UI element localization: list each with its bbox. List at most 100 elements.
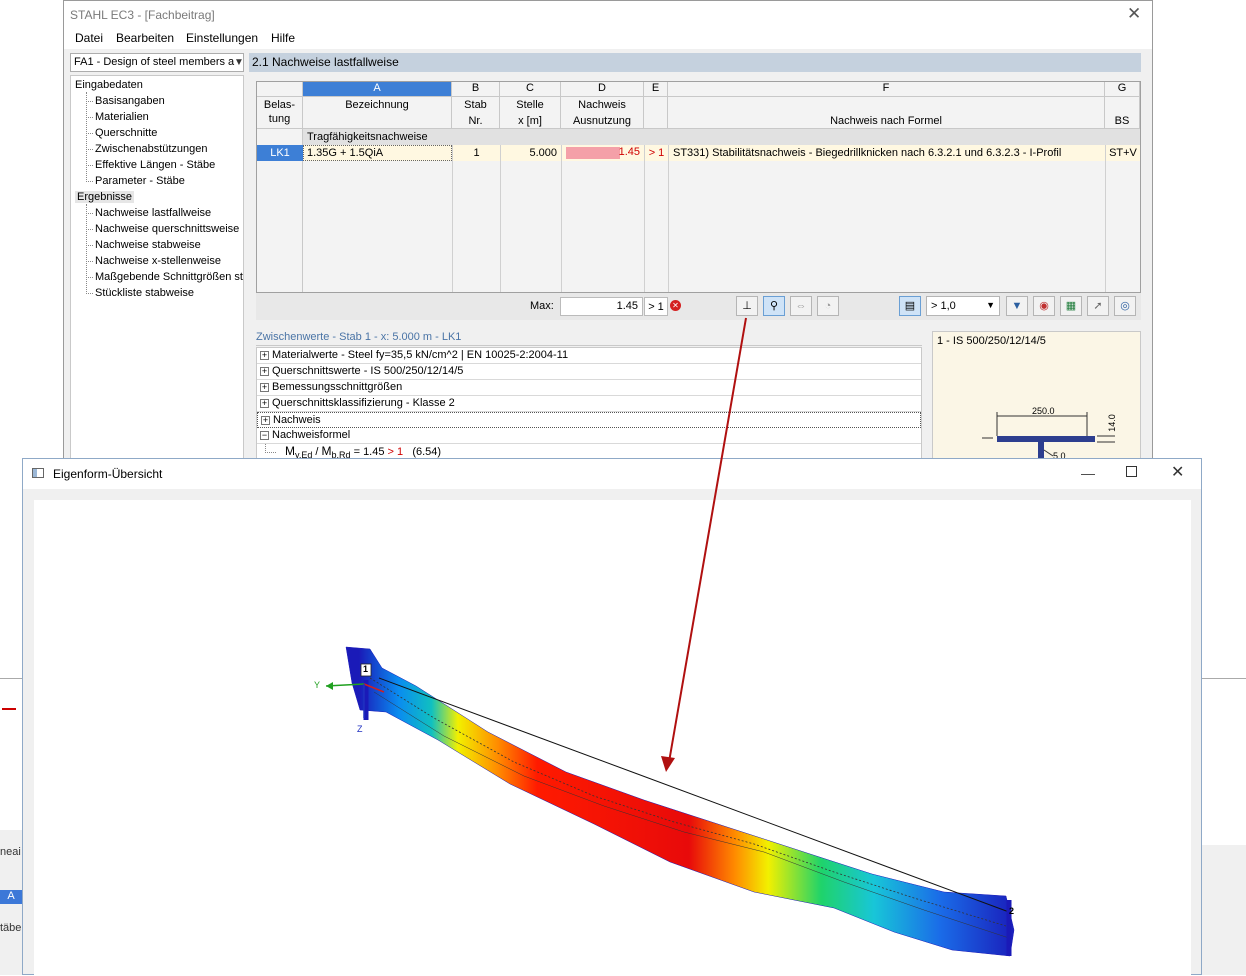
max-toolbar: Max: 1.45 > 1 ✕ ⊥ ⚲ ⇔ ◔ ▤ > 1,0 ▼ ▼ ◉ ▦ …: [256, 293, 1141, 320]
popup-title-bar: Eigenform-Übersicht — ✕: [23, 459, 1201, 489]
background-divider: [1202, 678, 1246, 679]
eigenform-canvas: Y Z 1 2: [34, 500, 1191, 976]
color-scale-icon[interactable]: ◉: [1033, 296, 1055, 316]
cell-ds[interactable]: ST+V: [1105, 145, 1140, 161]
error-icon: ✕: [670, 300, 681, 311]
node-label-2: 2: [1009, 906, 1015, 916]
nav-item-nachweise-querschnittsweise[interactable]: Nachweise querschnittsweise: [95, 223, 239, 235]
main-window: STAHL EC3 - [Fachbeitrag] ✕ Datei Bearbe…: [63, 0, 1153, 466]
view-eye-icon[interactable]: ◎: [1114, 296, 1136, 316]
cell-exceed[interactable]: > 1: [644, 145, 668, 161]
background-label: täbe: [0, 922, 22, 934]
eigenform-window: Eigenform-Übersicht — ✕ Y Z 1 2: [22, 458, 1202, 976]
eigenform-button[interactable]: ⚲: [763, 296, 785, 316]
nav-group-results[interactable]: Ergebnisse: [75, 191, 135, 203]
col-header-e: [644, 97, 668, 129]
maximize-icon[interactable]: [1126, 466, 1137, 477]
interim-row-formula[interactable]: − Nachweisformel: [257, 428, 921, 444]
interim-row-material[interactable]: + Materialwerte - Steel fy=35,5 kN/cm^2 |…: [257, 348, 921, 364]
corner-cell: [257, 82, 303, 97]
expand-icon[interactable]: +: [260, 351, 269, 360]
flange-dimension: 14.0: [1106, 414, 1117, 432]
window-title: STAHL EC3 - [Fachbeitrag]: [70, 8, 215, 22]
col-header-formula: Nachweis nach Formel: [668, 97, 1105, 129]
ratio-bar: [566, 147, 620, 159]
interim-row-section[interactable]: + Querschnittswerte - IS 500/250/12/14/5: [257, 364, 921, 380]
col-letter-a[interactable]: A: [303, 82, 452, 97]
menu-bearbeiten[interactable]: Bearbeiten: [116, 31, 174, 45]
nav-group-input[interactable]: Eingabedaten: [75, 79, 143, 91]
relation-icon-button[interactable]: ⊥: [736, 296, 758, 316]
menu-bar: Datei Bearbeiten Einstellungen Hilfe: [64, 29, 1152, 49]
member-view-button[interactable]: ⇔: [790, 296, 812, 316]
chevron-down-icon[interactable]: ▼: [986, 300, 995, 310]
y-axis-label: Y: [314, 680, 321, 690]
ratio-value: 1.45: [618, 146, 640, 158]
col-letter-d[interactable]: D: [561, 82, 644, 97]
menu-datei[interactable]: Datei: [75, 31, 103, 45]
nav-item-nachweise-stabweise[interactable]: Nachweise stabweise: [95, 239, 201, 251]
navigator-tree: Eingabedaten Basisangaben Materialien Qu…: [70, 75, 244, 465]
row-load-case[interactable]: LK1: [257, 145, 303, 161]
nav-item-parameter[interactable]: Parameter - Stäbe: [95, 175, 185, 187]
nav-item-massgebende-schnittgroessen[interactable]: Maßgebende Schnittgrößen sta: [95, 271, 243, 283]
col-header-ds: BS: [1105, 97, 1140, 129]
group-row: Tragfähigkeitsnachweise: [303, 129, 1140, 145]
cell-location[interactable]: 5.000: [500, 145, 561, 161]
node-label-1: 1: [363, 664, 369, 674]
close-icon[interactable]: ✕: [1127, 4, 1141, 24]
beam-mode-shape: [345, 646, 1015, 957]
max-exceed: > 1: [644, 297, 668, 316]
nav-item-querschnitte[interactable]: Querschnitte: [95, 127, 157, 139]
col-header-load-case: Belas-tung: [257, 97, 303, 129]
expand-icon[interactable]: +: [260, 367, 269, 376]
y-axis-arrow: [326, 682, 333, 690]
cell-member[interactable]: 1: [452, 145, 500, 161]
col-letter-e[interactable]: E: [644, 82, 668, 97]
background-label: neai: [0, 846, 21, 858]
ratio-display-button[interactable]: ▤: [899, 296, 921, 316]
nav-item-stueckliste[interactable]: Stückliste stabweise: [95, 287, 194, 299]
max-label: Max:: [530, 300, 554, 312]
expand-icon[interactable]: +: [260, 399, 269, 408]
col-letter-f[interactable]: F: [668, 82, 1105, 97]
cell-designation[interactable]: 1.35G + 1.5QiA: [303, 145, 452, 161]
select-pointer-icon[interactable]: ➚: [1087, 296, 1109, 316]
col-letter-b[interactable]: B: [452, 82, 500, 97]
expand-icon[interactable]: +: [261, 416, 270, 425]
excel-export-icon[interactable]: ▦: [1060, 296, 1082, 316]
background-window-fragment: [1202, 845, 1246, 975]
nav-item-materialien[interactable]: Materialien: [95, 111, 149, 123]
title-bar: STAHL EC3 - [Fachbeitrag] ✕: [64, 1, 1152, 29]
z-axis-label: Z: [357, 724, 363, 734]
interim-title: Zwischenwerte - Stab 1 - x: 5.000 m - LK…: [256, 331, 922, 346]
section-header: 2.1 Nachweise lastfallweise: [249, 53, 1141, 72]
expand-icon[interactable]: +: [260, 383, 269, 392]
cell-formula[interactable]: ST331) Stabilitätsnachweis - Biegedrillk…: [668, 145, 1105, 161]
interim-row-forces[interactable]: + Bemessungsschnittgrößen: [257, 380, 921, 396]
col-letter-c[interactable]: C: [500, 82, 561, 97]
case-select[interactable]: FA1 - Design of steel members a ▼: [70, 53, 244, 72]
render-view-button[interactable]: ◔: [817, 296, 839, 316]
nav-item-basisangaben[interactable]: Basisangaben: [95, 95, 165, 107]
col-header-ratio: Nachweis Ausnutzung: [561, 97, 644, 129]
nav-item-nachweise-x-stellenweise[interactable]: Nachweise x-stellenweise: [95, 255, 221, 267]
interim-row-class[interactable]: + Querschnittsklassifizierung - Klasse 2: [257, 396, 921, 412]
interim-row-design[interactable]: + Nachweis: [257, 412, 921, 428]
nav-item-effektive-laengen[interactable]: Effektive Längen - Stäbe: [95, 159, 215, 171]
nav-item-nachweise-lastfallweise[interactable]: Nachweise lastfallweise: [95, 207, 211, 219]
nav-item-zwischenabstuetzungen[interactable]: Zwischenabstützungen: [95, 143, 208, 155]
minimize-icon[interactable]: —: [1081, 465, 1095, 481]
filter-select[interactable]: > 1,0 ▼: [926, 296, 1000, 316]
filter-icon[interactable]: ▼: [1006, 296, 1028, 316]
cell-ratio[interactable]: 1.45: [561, 145, 644, 161]
menu-einstellungen[interactable]: Einstellungen: [186, 31, 258, 45]
col-letter-g[interactable]: G: [1105, 82, 1140, 97]
background-divider: [0, 678, 22, 679]
menu-hilfe[interactable]: Hilfe: [271, 31, 295, 45]
chevron-down-icon[interactable]: ▼: [234, 57, 243, 68]
collapse-icon[interactable]: −: [260, 431, 269, 440]
close-icon[interactable]: ✕: [1171, 462, 1184, 482]
window-app-icon: [32, 468, 44, 478]
width-dimension: 250.0: [1032, 406, 1055, 416]
